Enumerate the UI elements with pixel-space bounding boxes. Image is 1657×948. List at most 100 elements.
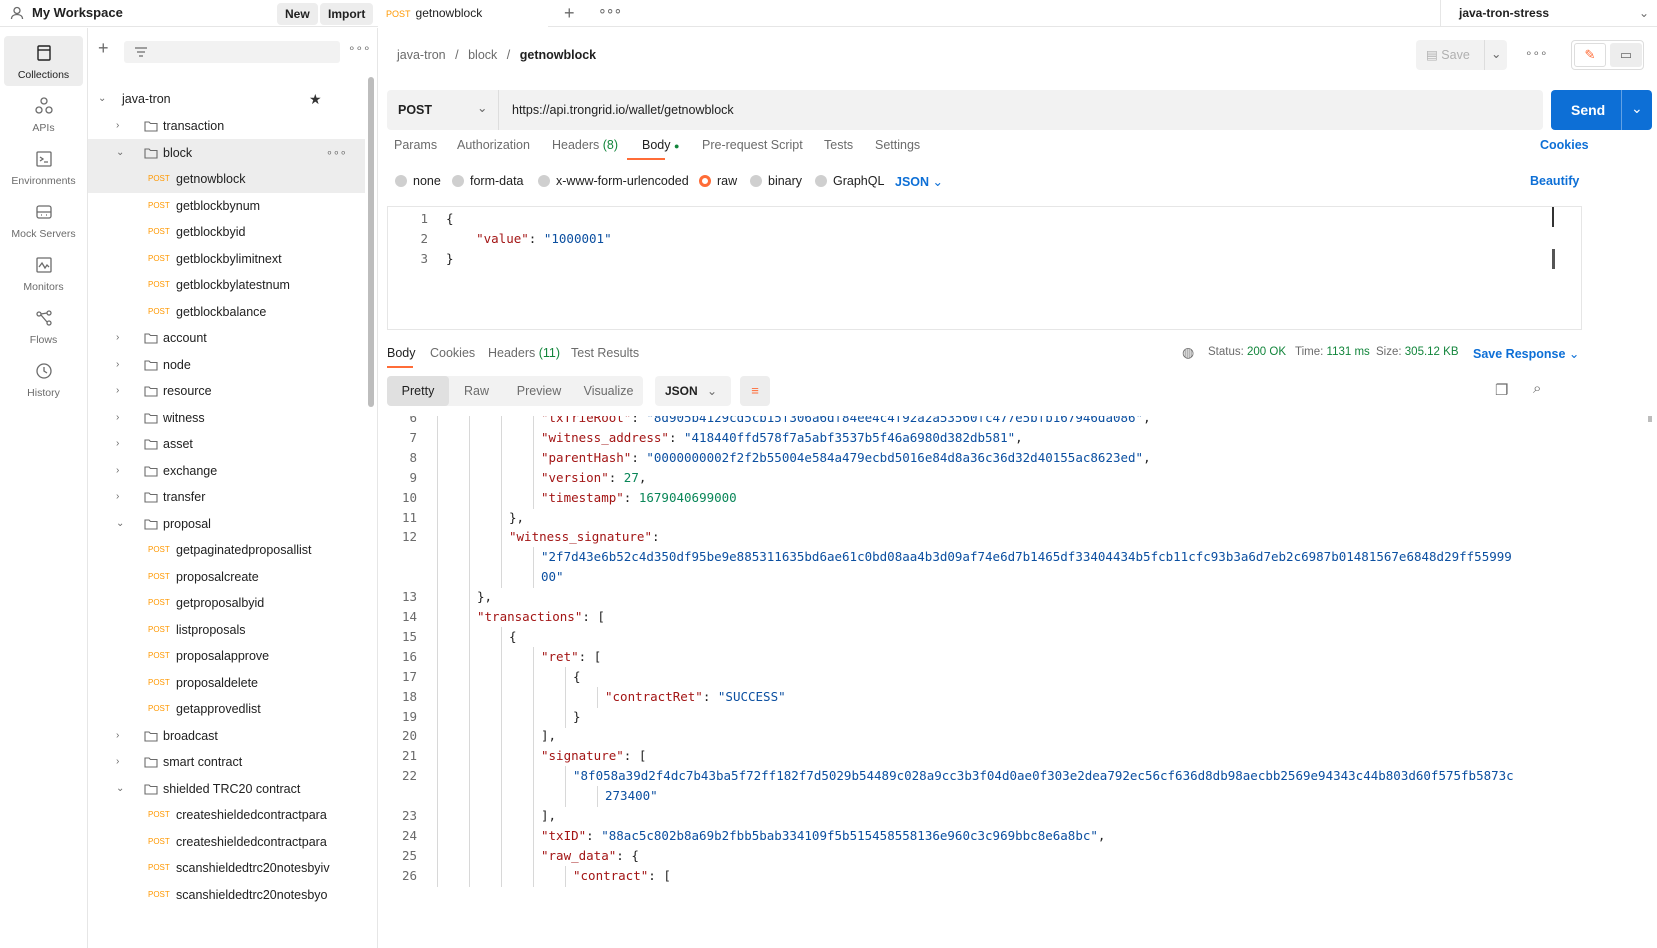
request-tab-getnowblock[interactable]: POST getnowblock (378, 0, 548, 27)
radio-raw[interactable]: raw (699, 174, 737, 188)
new-tab-plus-icon[interactable]: + (564, 3, 575, 24)
request-scanshieldedtrc20notesbyo[interactable]: POST scanshieldedtrc20notesbyo (88, 881, 365, 909)
response-scrollbar[interactable] (1648, 416, 1652, 422)
crumb-folder[interactable]: block (468, 48, 497, 62)
environment-selector[interactable]: java-tron-stress ⌄ (1440, 0, 1657, 27)
save-response-button[interactable]: Save Response ⌄ (1473, 346, 1579, 361)
resp-tab-headers[interactable]: Headers (11) (488, 346, 560, 360)
resp-tab-test-results[interactable]: Test Results (571, 346, 639, 360)
editor-scroll-thumb[interactable] (1552, 207, 1554, 227)
chevron-right-icon[interactable]: › (116, 748, 119, 776)
view-preview[interactable]: Preview (504, 376, 574, 406)
send-chevron-icon[interactable]: ⌄ (1631, 88, 1643, 128)
rail-flows[interactable]: Flows (4, 301, 83, 351)
folder-broadcast[interactable]: › broadcast (88, 722, 365, 750)
cookies-link[interactable]: Cookies (1540, 138, 1589, 152)
folder-resource[interactable]: › resource (88, 377, 365, 405)
request-getblockbylatestnum[interactable]: POST getblockbylatestnum (88, 271, 365, 299)
star-icon[interactable]: ★ (309, 85, 322, 113)
request-getblockbyid[interactable]: POST getblockbyid (88, 218, 365, 246)
beautify-link[interactable]: Beautify (1530, 174, 1579, 188)
folder-account[interactable]: › account (88, 324, 365, 352)
folder-asset[interactable]: › asset (88, 430, 365, 458)
request-more-icon[interactable]: ∘∘∘ (1525, 46, 1548, 60)
language-select[interactable]: JSON ⌄ (895, 174, 943, 189)
new-button[interactable]: New (277, 3, 318, 25)
save-chevron-icon[interactable]: ⌄ (1491, 39, 1501, 69)
radio-graphql[interactable]: GraphQL (815, 174, 884, 188)
send-button[interactable]: Send ⌄ (1551, 90, 1652, 130)
folder-block[interactable]: ⌄ block ∘∘∘ (88, 138, 365, 167)
rail-apis[interactable]: APIs (4, 89, 83, 139)
response-format-select[interactable]: JSON ⌄ (655, 376, 731, 406)
request-getapprovedlist[interactable]: POST getapprovedlist (88, 695, 365, 723)
edit-pencil-icon[interactable]: ✎ (1574, 43, 1606, 67)
request-createshieldedcontractpara[interactable]: POST createshieldedcontractpara (88, 828, 365, 856)
sidebar-scrollbar[interactable] (368, 77, 374, 407)
radio-binary[interactable]: binary (750, 174, 802, 188)
tab-pre-request-script[interactable]: Pre-request Script (702, 138, 803, 152)
tab-authorization[interactable]: Authorization (457, 138, 530, 152)
radio-form-data[interactable]: form-data (452, 174, 524, 188)
request-proposalcreate[interactable]: POST proposalcreate (88, 563, 365, 591)
chevron-right-icon[interactable]: › (116, 112, 119, 140)
resp-tab-cookies[interactable]: Cookies (430, 346, 475, 360)
sidebar-more-icon[interactable]: ∘∘∘ (348, 41, 371, 55)
request-getblockbynum[interactable]: POST getblockbynum (88, 192, 365, 220)
crumb-collection[interactable]: java-tron (397, 48, 446, 62)
search-icon[interactable]: ⌕ (1533, 380, 1541, 397)
save-button[interactable]: ▤ Save ⌄ (1416, 40, 1507, 70)
view-raw[interactable]: Raw (449, 376, 504, 406)
resp-tab-body[interactable]: Body (387, 346, 416, 360)
folder-witness[interactable]: › witness (88, 404, 365, 432)
chevron-down-icon[interactable]: ⌄ (116, 510, 124, 538)
response-body-viewer[interactable]: 6 "txTrieRoot": "8d905b4129cd5cb15f306a6d… (387, 416, 1657, 916)
chevron-right-icon[interactable]: › (116, 722, 119, 750)
rail-history[interactable]: History (4, 354, 83, 404)
folder-transaction[interactable]: › transaction (88, 112, 365, 140)
request-proposaldelete[interactable]: POST proposaldelete (88, 669, 365, 697)
request-getpaginatedproposallist[interactable]: POST getpaginatedproposallist (88, 536, 365, 564)
folder-shielded-trc20-contract[interactable]: ⌄ shielded TRC20 contract (88, 775, 365, 803)
globe-icon[interactable]: ◍ (1182, 344, 1194, 361)
request-body-editor[interactable]: 1 {2 "value": "1000001" 3} (387, 206, 1582, 330)
request-getblockbylimitnext[interactable]: POST getblockbylimitnext (88, 245, 365, 273)
chevron-right-icon[interactable]: › (116, 457, 119, 485)
add-collection-plus-icon[interactable]: + (98, 38, 109, 59)
import-button[interactable]: Import (320, 3, 374, 25)
tab-more-icon[interactable]: ∘∘∘ (598, 2, 622, 19)
chevron-right-icon[interactable]: › (116, 351, 119, 379)
tab-settings[interactable]: Settings (875, 138, 920, 152)
tab-params[interactable]: Params (394, 138, 437, 152)
rail-collections[interactable]: Collections (4, 36, 83, 86)
copy-icon[interactable]: ❐ (1495, 381, 1508, 399)
folder-node[interactable]: › node (88, 351, 365, 379)
folder-proposal[interactable]: ⌄ proposal (88, 510, 365, 538)
radio-none[interactable]: none (395, 174, 441, 188)
chevron-right-icon[interactable]: › (116, 483, 119, 511)
collection-java-tron[interactable]: ⌄ java-tron ★ (88, 85, 365, 113)
comments-icon[interactable]: ▭ (1610, 43, 1642, 67)
request-getblockbalance[interactable]: POST getblockbalance (88, 298, 365, 326)
view-pretty[interactable]: Pretty (387, 376, 449, 406)
crumb-request[interactable]: getnowblock (520, 48, 596, 62)
request-scanshieldedtrc20notesbyiv[interactable]: POST scanshieldedtrc20notesbyiv (88, 854, 365, 882)
request-proposalapprove[interactable]: POST proposalapprove (88, 642, 365, 670)
request-getproposalbyid[interactable]: POST getproposalbyid (88, 589, 365, 617)
rail-mock-servers[interactable]: Mock Servers (4, 195, 83, 245)
request-listproposals[interactable]: POST listproposals (88, 616, 365, 644)
radio-urlencoded[interactable]: x-www-form-urlencoded (538, 174, 689, 188)
chevron-down-icon[interactable]: ⌄ (116, 139, 124, 167)
folder-more-icon[interactable]: ∘∘∘ (326, 139, 347, 167)
chevron-down-icon[interactable]: ⌄ (116, 775, 124, 803)
folder-transfer[interactable]: › transfer (88, 483, 365, 511)
rail-monitors[interactable]: Monitors (4, 248, 83, 298)
chevron-right-icon[interactable]: › (116, 324, 119, 352)
wrap-lines-icon[interactable]: ≡ (740, 376, 770, 406)
tab-tests[interactable]: Tests (824, 138, 853, 152)
view-visualize[interactable]: Visualize (574, 376, 643, 406)
folder-exchange[interactable]: › exchange (88, 457, 365, 485)
workspace-selector[interactable]: My Workspace (10, 5, 123, 20)
filter-search-input[interactable] (124, 41, 340, 63)
request-createshieldedcontractpara[interactable]: POST createshieldedcontractpara (88, 801, 365, 829)
